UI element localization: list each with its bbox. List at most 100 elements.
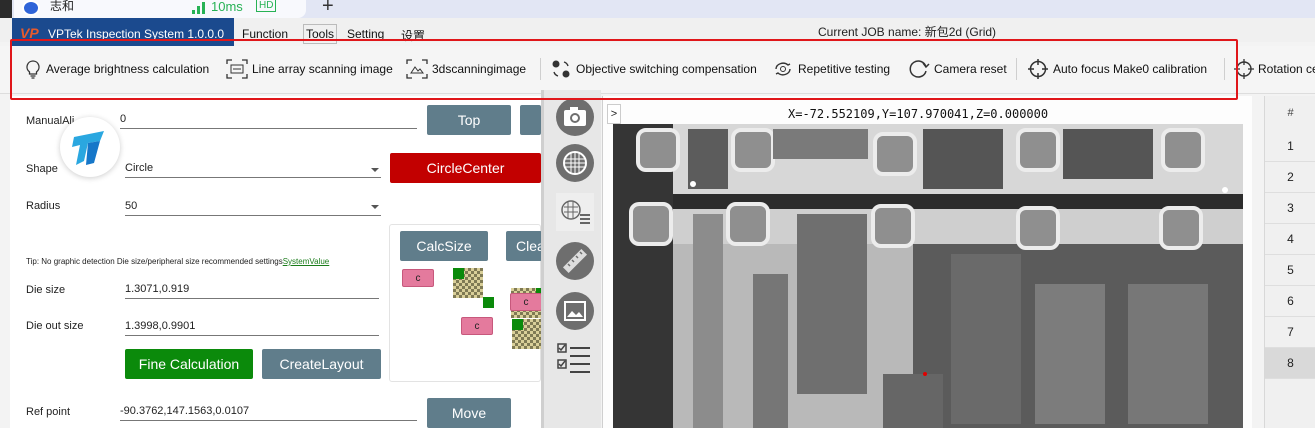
list-item[interactable]: 4: [1265, 224, 1315, 255]
die-size-input[interactable]: 1.3071,0.919: [125, 283, 379, 299]
image-frame-icon[interactable]: [556, 292, 594, 330]
anchor-marker: [483, 297, 494, 308]
tool-label: Camera reset: [934, 62, 1007, 76]
tool-icon-bar: [541, 90, 601, 428]
remote-session-bar: 志和 10ms HD +: [0, 0, 1315, 18]
auto-focus-calibration-button[interactable]: Auto focus Make0 calibration: [1027, 56, 1207, 82]
menu-setting[interactable]: Setting: [347, 27, 384, 41]
calc-size-button[interactable]: CalcSize: [400, 231, 488, 261]
menu-settings-cn[interactable]: 设置: [401, 27, 425, 44]
ruler-icon[interactable]: [556, 242, 594, 280]
list-item[interactable]: 2: [1265, 162, 1315, 193]
app-logo: VP: [20, 25, 39, 41]
job-name: Current JOB name: 新包2d (Grid): [818, 25, 997, 39]
anchor-marker: [512, 319, 523, 330]
new-tab-button[interactable]: +: [322, 0, 334, 16]
tool-label: Auto focus Make0 calibration: [1053, 62, 1208, 76]
chevron-down-icon[interactable]: [371, 205, 379, 209]
list-item[interactable]: 5: [1265, 255, 1315, 286]
chevron-down-icon[interactable]: [371, 168, 379, 172]
objective-compensation-button[interactable]: Objective switching compensation: [550, 56, 757, 82]
line-array-scan-button[interactable]: Line array scanning image: [226, 56, 393, 82]
latency-readout: 10ms: [211, 0, 243, 14]
die-out-size-label: Die out size: [26, 320, 84, 332]
repeat-icon: [775, 62, 791, 76]
signal-icon: [192, 2, 206, 14]
ref-point-input[interactable]: -90.3762,147.1563,0.0107: [120, 405, 417, 421]
system-value-link[interactable]: SystemValue: [283, 257, 330, 266]
radius-label: Radius: [26, 200, 61, 212]
lightbulb-icon: [26, 60, 40, 79]
camera-icon[interactable]: [556, 98, 594, 136]
tool-label: Objective switching compensation: [576, 62, 757, 76]
tool-label: Average brightness calculation: [46, 62, 210, 76]
user-name: 志和: [50, 0, 75, 13]
3d-scan-button[interactable]: 3dscanningimage: [406, 56, 526, 82]
list-item[interactable]: 7: [1265, 317, 1315, 348]
app-title: VPTek Inspection System 1.0.0.0: [48, 27, 225, 41]
reset-icon: [909, 60, 930, 78]
corner-box[interactable]: c: [402, 269, 434, 287]
overlay-edge: [0, 0, 12, 18]
checklist-icon[interactable]: [556, 340, 594, 378]
image-viewer[interactable]: > X=-72.552109,Y=107.970041,Z=0.000000: [602, 96, 1252, 428]
app-window: 志和 10ms HD + VP VPTek Inspection System …: [0, 0, 1315, 428]
stage-coordinates: X=-72.552109,Y=107.970041,Z=0.000000: [788, 107, 1049, 121]
toolbar-divider: [540, 58, 541, 80]
result-list: # 1 2 3 4 5 6 7 8: [1264, 96, 1315, 428]
shape-label: Shape: [26, 163, 58, 175]
die-size-label: Die size: [26, 284, 66, 296]
tool-label: Repetitive testing: [798, 62, 891, 76]
list-item[interactable]: 1: [1265, 131, 1315, 162]
manual-input[interactable]: 0: [120, 113, 417, 129]
menu-tools[interactable]: Tools: [303, 24, 338, 44]
corner-box[interactable]: c: [461, 317, 493, 335]
average-brightness-button[interactable]: Average brightness calculation: [24, 56, 209, 82]
toolbar-divider: [1224, 58, 1225, 80]
tool-label: 3dscanningimage: [432, 62, 527, 76]
menu-function[interactable]: Function: [242, 27, 288, 41]
layout-diagram: CalcSize Clea c c c: [389, 224, 547, 382]
grid-globe-icon[interactable]: [556, 144, 594, 182]
fine-calculation-button[interactable]: Fine Calculation: [125, 349, 253, 379]
tip-text: Tip: No graphic detection Die size/perip…: [26, 257, 329, 266]
list-item[interactable]: 6: [1265, 286, 1315, 317]
tool-label: Rotation ce: [1258, 62, 1315, 76]
list-item-selected[interactable]: 8: [1265, 348, 1315, 379]
clear-button[interactable]: Clea: [506, 231, 545, 261]
radius-dropdown[interactable]: 50: [125, 200, 381, 216]
circle-center-button[interactable]: CircleCenter: [390, 153, 541, 183]
3d-scan-icon: [406, 59, 428, 79]
crosshair-icon: [1028, 59, 1048, 79]
wafer-image[interactable]: [613, 124, 1243, 428]
repetitive-testing-button[interactable]: Repetitive testing: [772, 56, 890, 82]
grid-list-icon[interactable]: [556, 193, 594, 231]
shape-dropdown[interactable]: Circle: [125, 162, 381, 178]
move-button[interactable]: Move: [427, 398, 511, 428]
avatar[interactable]: [22, 0, 40, 16]
corner-box[interactable]: c: [510, 293, 542, 311]
app-float-icon: [72, 131, 104, 165]
die-out-size-input[interactable]: 1.3998,0.9901: [125, 320, 379, 336]
anchor-marker: [453, 268, 464, 279]
line-scan-icon: [226, 59, 248, 79]
app-brand: VP VPTek Inspection System 1.0.0.0: [12, 18, 234, 48]
camera-reset-button[interactable]: Camera reset: [908, 56, 1007, 82]
partial-button[interactable]: [520, 105, 541, 135]
quality-badge[interactable]: HD: [256, 0, 277, 12]
top-button[interactable]: Top: [427, 105, 511, 135]
floating-logo[interactable]: [60, 117, 120, 177]
list-header: #: [1287, 107, 1294, 119]
ref-point-label: Ref point: [26, 406, 71, 418]
rotation-center-button[interactable]: Rotation ce: [1234, 56, 1315, 82]
rotation-icon: [1234, 59, 1254, 79]
tip-message: Tip: No graphic detection Die size/perip…: [26, 257, 283, 266]
expand-button[interactable]: >: [607, 104, 621, 124]
objective-icon: [552, 60, 570, 78]
tool-label: Line array scanning image: [252, 62, 393, 76]
create-layout-button[interactable]: CreateLayout: [262, 349, 381, 379]
list-item[interactable]: 3: [1265, 193, 1315, 224]
wafer-pattern: [613, 124, 1243, 428]
toolbar-divider: [1016, 58, 1017, 80]
menu-bar: VP VPTek Inspection System 1.0.0.0 Funct…: [0, 18, 1315, 48]
